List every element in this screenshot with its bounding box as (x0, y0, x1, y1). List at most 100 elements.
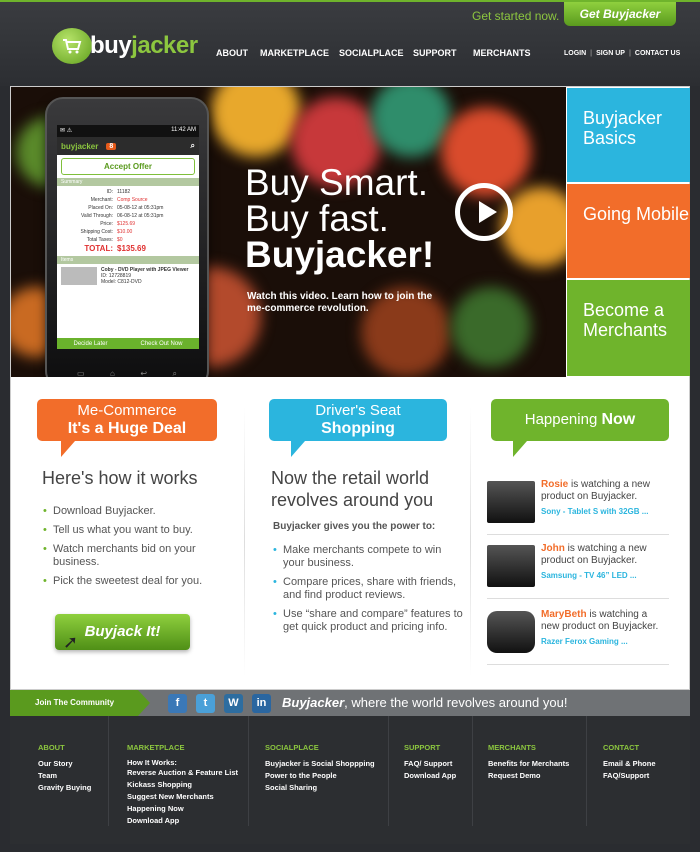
nav-about[interactable]: ABOUT (216, 48, 248, 58)
footer-link[interactable]: Our Story (38, 758, 91, 770)
facebook-icon[interactable]: f (168, 694, 187, 713)
activity-item[interactable]: Rosie is watching a new product on Buyja… (487, 475, 669, 535)
product-thumbnail (61, 267, 97, 285)
going-mobile-tile[interactable]: Going Mobile (567, 184, 690, 278)
footer-contact: CONTACT Email & Phone FAQ/Support (603, 742, 656, 782)
footer-link[interactable]: Buyjacker is Social Shoppping (265, 758, 375, 770)
bubble-line-2: Now (601, 411, 636, 428)
row-value: 05-08-12 at 05:31pm (117, 205, 164, 211)
hero-line-3: Buyjacker! (245, 234, 435, 275)
footer-link[interactable]: FAQ/ Support (404, 758, 456, 770)
buyjacker-basics-tile[interactable]: Buyjacker Basics (567, 88, 690, 182)
become-merchant-tile[interactable]: Become a Merchants (567, 280, 690, 376)
footer-link[interactable]: Download App (404, 770, 456, 782)
activity-item[interactable]: John is watching a new product on Buyjac… (487, 535, 669, 599)
nav-support[interactable]: SUPPORT (413, 48, 457, 58)
row-value: $10.00 (117, 229, 133, 235)
phone-screen: ✉ ⚠ 11:42 AM buyjacker 8 ⌕ Accept Offer S… (57, 125, 199, 349)
list-item: Compare prices, share with friends, and … (273, 576, 463, 602)
summary-list: ID: 11182 Merchant: Comp Source Placed On:… (57, 186, 199, 256)
slogan-brand: Buyjacker (282, 695, 345, 710)
speakers-thumbnail (487, 611, 535, 653)
community-slogan: Buyjacker, where the world revolves arou… (282, 695, 567, 710)
row-key: Price: (100, 221, 113, 227)
row-value: 06-08-12 at 05:31pm (117, 213, 164, 219)
how-it-works-list: Download Buyjacker. Tell us what you wan… (43, 505, 243, 594)
list-item: Pick the sweetest deal for you. (43, 575, 243, 588)
hero-subtext: Watch this video. Learn how to join the … (247, 291, 433, 314)
footer-link[interactable]: Email & Phone (603, 758, 656, 770)
bubble-tail (513, 441, 527, 457)
footer-link[interactable]: Reverse Auction & Feature List (127, 767, 238, 779)
footer-link[interactable]: Download App (127, 815, 238, 827)
cart-icon (52, 28, 92, 64)
get-buyjacker-button[interactable]: Get Buyjacker (564, 2, 676, 26)
product-link[interactable]: Samsung - TV 46” LED ... (541, 570, 667, 582)
product-link[interactable]: Sony - Tablet S with 32GB ... (541, 506, 667, 518)
linkedin-icon[interactable]: in (252, 694, 271, 713)
get-started-text: Get started now. (472, 9, 560, 23)
footer-link[interactable]: Suggest New Merchants (127, 791, 238, 803)
phone-brand: buyjacker (61, 141, 99, 151)
footer-link[interactable]: Benefits for Merchants (488, 758, 569, 770)
activity-item[interactable]: MaryBeth is watching a new product on Bu… (487, 599, 669, 665)
footer-heading: MERCHANTS (488, 743, 536, 752)
user-name[interactable]: MaryBeth (541, 609, 587, 620)
power-text: Buyjacker gives you the power to: (273, 521, 436, 532)
footer-link[interactable]: Kickass Shopping (127, 779, 238, 791)
footer-heading: SOCIALPLACE (265, 743, 319, 752)
retail-world-heading: Now the retail world revolves around you (271, 468, 434, 510)
user-name[interactable]: John (541, 543, 565, 554)
bubble-line-2: Shopping (321, 420, 395, 437)
row-key: Placed On: (88, 205, 113, 211)
footer-divider (586, 716, 587, 826)
footer-link[interactable]: FAQ/Support (603, 770, 656, 782)
user-name[interactable]: Rosie (541, 479, 568, 490)
list-item: Tell us what you want to buy. (43, 524, 243, 537)
decide-later-button[interactable]: Decide Later (73, 341, 107, 347)
checkout-button[interactable]: Check Out Now (140, 341, 182, 347)
login-link[interactable]: LOGIN (564, 50, 586, 57)
power-list: Make merchants compete to win your busin… (273, 544, 463, 640)
footer-heading: SUPPORT (404, 743, 441, 752)
summary-label: Summary (57, 178, 199, 186)
total-value: $135.69 (117, 244, 146, 253)
list-item: Make merchants compete to win your busin… (273, 544, 463, 570)
row-key: Total Taxes: (86, 237, 113, 243)
twitter-icon[interactable]: t (196, 694, 215, 713)
footer-link[interactable]: Gravity Buying (38, 782, 91, 794)
hero-line-2: Buy fast. (245, 198, 389, 239)
footer-heading: ABOUT (38, 743, 65, 752)
join-community-link[interactable]: Join The Community (10, 690, 150, 716)
list-item: Download Buyjacker. (43, 505, 243, 518)
list-item: Use “share and compare” features to get … (273, 608, 463, 634)
accept-offer-button[interactable]: Accept Offer (61, 158, 195, 175)
footer-divider (472, 716, 473, 826)
wordpress-icon[interactable]: W (224, 694, 243, 713)
nav-marketplace[interactable]: MARKETPLACE (260, 48, 329, 58)
column-divider (244, 407, 245, 677)
nav-socialplace[interactable]: SOCIALPLACE (339, 48, 404, 58)
tv-thumbnail (487, 545, 535, 587)
footer-socialplace: SOCIALPLACE Buyjacker is Social Shopppin… (265, 742, 375, 794)
footer-link[interactable]: Power to the People (265, 770, 375, 782)
footer-link[interactable]: How It Works: (127, 758, 238, 767)
happening-now-bubble: Happening Now (491, 399, 669, 441)
footer-heading: CONTACT (603, 743, 640, 752)
me-commerce-bubble: Me-Commerce It's a Huge Deal (37, 399, 217, 441)
footer-link[interactable]: Team (38, 770, 91, 782)
logo-text-buy: buy (90, 32, 132, 59)
nav-merchants[interactable]: MERCHANTS (473, 48, 531, 58)
signup-link[interactable]: SIGN UP (596, 50, 625, 57)
phone-time: 11:42 AM (171, 127, 196, 133)
footer-link[interactable]: Request Demo (488, 770, 569, 782)
play-video-icon[interactable] (455, 183, 513, 241)
bubble-line-1: Driver's Seat (315, 402, 401, 419)
contact-us-link[interactable]: CONTACT US (635, 50, 680, 57)
footer-link[interactable]: Social Sharing (265, 782, 375, 794)
footer-link[interactable]: Happening Now (127, 803, 238, 815)
list-item[interactable]: Coby - DVD Player with JPEG Viewer ID: 1… (57, 264, 199, 288)
phone-badge: 8 (106, 142, 117, 150)
product-link[interactable]: Razer Ferox Gaming ... (541, 636, 667, 648)
logo[interactable]: buyjacker (52, 28, 198, 64)
